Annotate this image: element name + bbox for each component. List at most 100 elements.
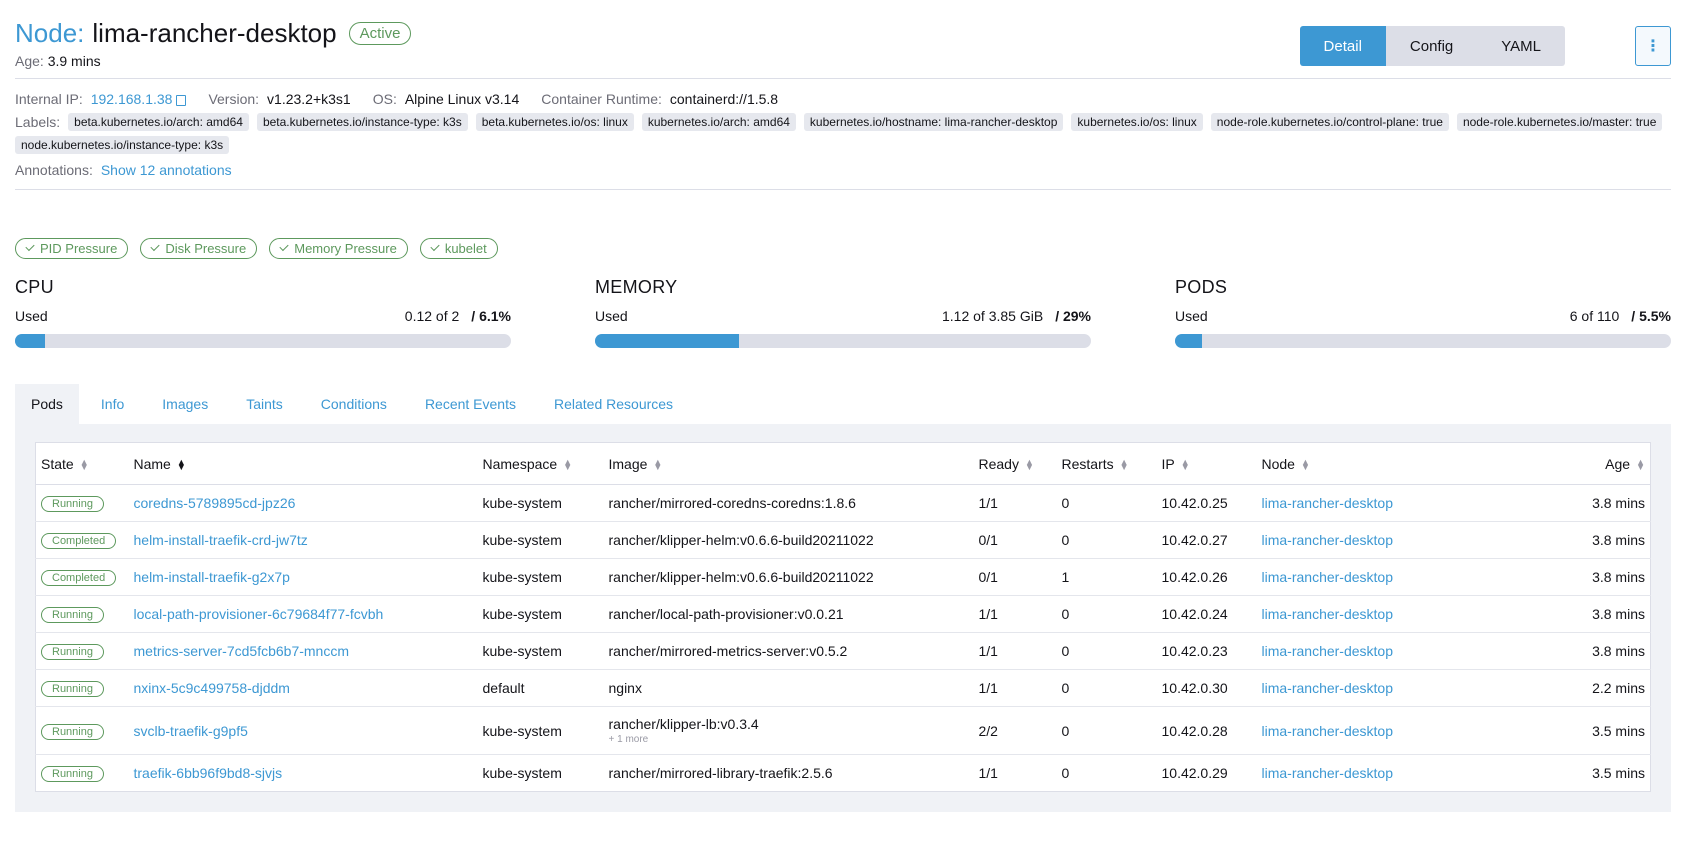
cell-age: 3.8 mins [1406, 558, 1651, 596]
check-icon [279, 241, 289, 252]
col-state[interactable]: State ▲ ▼ [35, 442, 129, 485]
table-row: Running local-path-provisioner-6c79684f7… [35, 595, 1651, 633]
col-namespace[interactable]: Namespace ▲ ▼ [477, 442, 604, 485]
node-link[interactable]: lima-rancher-desktop [1262, 532, 1394, 548]
pod-link[interactable]: helm-install-traefik-crd-jw7tz [134, 532, 308, 548]
sort-icon: ▲ ▼ [563, 456, 573, 472]
cell-image: rancher/mirrored-coredns-coredns:1.8.6 [603, 484, 974, 522]
cell-name: helm-install-traefik-g2x7p [128, 558, 478, 596]
cell-node: lima-rancher-desktop [1256, 484, 1407, 522]
cell-namespace: kube-system [477, 706, 604, 755]
cell-restarts: 0 [1061, 765, 1070, 781]
table-row: Completed helm-install-traefik-g2x7p kub… [35, 558, 1651, 596]
label-tag: kubernetes.io/arch: amd64 [641, 113, 796, 131]
runtime-value: containerd://1.5.8 [669, 91, 779, 107]
sort-icon: ▲ ▼ [1300, 456, 1310, 472]
node-link[interactable]: lima-rancher-desktop [1262, 643, 1394, 659]
pod-link[interactable]: svclb-traefik-g9pf5 [134, 723, 248, 739]
yaml-button[interactable]: YAML [1477, 26, 1565, 66]
col-label: Age [1605, 455, 1631, 472]
cell-ready: 2/2 [973, 706, 1057, 755]
state-badge: Running [41, 723, 104, 740]
divider [15, 189, 1671, 190]
table-row: Completed helm-install-traefik-crd-jw7tz… [35, 521, 1651, 559]
sort-icon: ▲ ▼ [1119, 456, 1129, 472]
col-label: State [41, 455, 74, 472]
version-value: v1.23.2+k3s1 [267, 91, 351, 107]
node-link[interactable]: lima-rancher-desktop [1262, 495, 1394, 511]
cell-state: Running [35, 484, 129, 522]
condition-badge: PID Pressure [15, 238, 129, 259]
cell-state: Running [35, 669, 129, 707]
col-name[interactable]: Name ▲ ▼ [128, 442, 478, 485]
age-value: 3.9 mins [47, 53, 101, 69]
col-ready[interactable]: Ready ▲ ▼ [973, 442, 1057, 485]
sort-icon: ▲ ▼ [653, 456, 663, 472]
pod-link[interactable]: local-path-provisioner-6c79684f77-fcvbh [134, 606, 384, 622]
show-annotations-link[interactable]: Show 12 annotations [101, 159, 232, 181]
label-tag: kubernetes.io/os: linux [1071, 113, 1203, 131]
cell-node: lima-rancher-desktop [1256, 595, 1407, 633]
node-meta: Internal IP: 192.168.1.38 Version: v1.23… [15, 79, 1671, 189]
more-actions-icon[interactable]: ⋮ [1635, 26, 1671, 66]
tab-taints[interactable]: Taints [230, 384, 299, 424]
detail-button[interactable]: Detail [1299, 26, 1386, 66]
internal-ip-value[interactable]: 192.168.1.38 [91, 88, 173, 110]
gauge-value: 6 of 110 / 5.5% [1570, 308, 1671, 324]
pod-link[interactable]: helm-install-traefik-g2x7p [134, 569, 290, 585]
tab-recent-events[interactable]: Recent Events [409, 384, 532, 424]
cell-ip: 10.42.0.29 [1161, 765, 1228, 781]
cell-age: 3.8 mins [1406, 521, 1651, 559]
cell-age: 2.2 mins [1406, 669, 1651, 707]
cell-ip: 10.42.0.27 [1156, 521, 1257, 559]
cell-restarts: 1 [1056, 558, 1157, 596]
cell-image: rancher/klipper-helm:v0.6.6-build2021102… [603, 558, 974, 596]
node-link[interactable]: lima-rancher-desktop [1262, 569, 1394, 585]
resource-type-link[interactable]: Node: [15, 18, 84, 49]
cell-node: lima-rancher-desktop [1256, 706, 1407, 755]
image-name: rancher/klipper-lb:v0.3.4 [608, 716, 759, 732]
col-ip[interactable]: IP ▲ ▼ [1156, 442, 1257, 485]
cpu-gauge: CPU Used 0.12 of 2 / 6.1% [15, 277, 511, 348]
cell-ready: 1/1 [973, 669, 1057, 707]
node-link[interactable]: lima-rancher-desktop [1262, 723, 1394, 739]
cell-restarts: 0 [1056, 484, 1157, 522]
tab-conditions[interactable]: Conditions [305, 384, 403, 424]
cell-node: lima-rancher-desktop [1256, 558, 1407, 596]
pods-gauge: PODS Used 6 of 110 / 5.5% [1175, 277, 1671, 348]
cell-ready: 1/1 [978, 765, 998, 781]
resource-gauges: CPU Used 0.12 of 2 / 6.1% MEMORY Used 1.1… [15, 277, 1671, 348]
col-age[interactable]: Age ▲ ▼ [1406, 442, 1651, 485]
gauge-used-label: Used [595, 308, 628, 324]
node-link[interactable]: lima-rancher-desktop [1262, 680, 1394, 696]
cell-name: local-path-provisioner-6c79684f77-fcvbh [128, 595, 478, 633]
cell-state: Running [35, 595, 129, 633]
pods-tab-panel: State ▲ ▼ Name ▲ ▼ Namespace ▲ ▼ Image ▲ ▼ Ready… [15, 424, 1671, 812]
pod-link[interactable]: metrics-server-7cd5fcb6b7-mnccm [134, 643, 350, 659]
meta-row-main: Internal IP: 192.168.1.38 Version: v1.23… [15, 88, 1671, 110]
tab-info[interactable]: Info [85, 384, 140, 424]
col-restarts[interactable]: Restarts ▲ ▼ [1056, 442, 1157, 485]
col-image[interactable]: Image ▲ ▼ [603, 442, 974, 485]
cell-namespace: kube-system [477, 595, 604, 633]
config-button[interactable]: Config [1385, 26, 1478, 66]
label-tag: kubernetes.io/hostname: lima-rancher-des… [803, 113, 1064, 131]
tab-images[interactable]: Images [146, 384, 224, 424]
table-row: Running svclb-traefik-g9pf5 kube-system … [35, 706, 1651, 755]
tab-related-resources[interactable]: Related Resources [538, 384, 689, 424]
cell-restarts: 0 [1056, 706, 1157, 755]
pod-link[interactable]: traefik-6bb96f9bd8-sjvjs [134, 765, 283, 781]
pod-link[interactable]: nxinx-5c9c499758-djddm [134, 680, 290, 696]
tab-bar: Pods Info Images Taints Conditions Recen… [15, 384, 1671, 424]
cell-ip: 10.42.0.28 [1156, 706, 1257, 755]
col-node[interactable]: Node ▲ ▼ [1256, 442, 1407, 485]
cell-name: traefik-6bb96f9bd8-sjvjs [129, 755, 478, 792]
copy-icon[interactable] [176, 94, 187, 106]
node-link[interactable]: lima-rancher-desktop [1262, 606, 1394, 622]
node-link[interactable]: lima-rancher-desktop [1262, 765, 1394, 781]
pod-link[interactable]: coredns-5789895cd-jpz26 [134, 495, 296, 511]
col-label: Image [608, 455, 648, 472]
memory-gauge: MEMORY Used 1.12 of 3.85 GiB / 29% [595, 277, 1091, 348]
tab-pods[interactable]: Pods [15, 384, 79, 424]
condition-label: kubelet [444, 241, 487, 256]
